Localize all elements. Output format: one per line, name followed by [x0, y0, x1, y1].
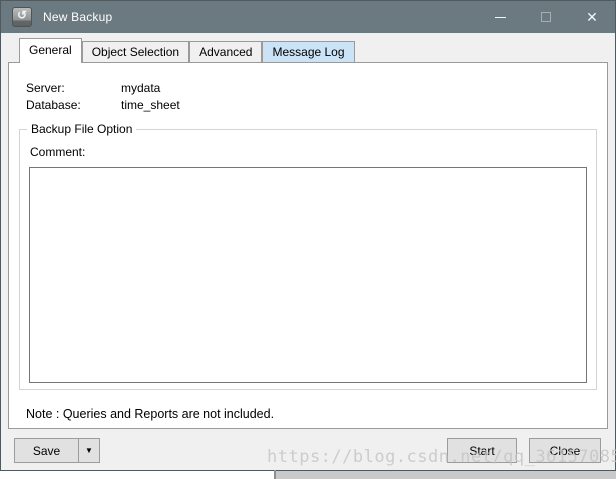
- new-backup-window: ↺ New Backup ✕ General Object Selection: [0, 0, 616, 471]
- save-split-button[interactable]: Save ▼: [14, 438, 100, 463]
- backup-icon: ↺: [12, 7, 32, 27]
- connection-info: Server: mydata Database: time_sheet: [26, 80, 180, 114]
- start-button[interactable]: Start: [447, 438, 517, 463]
- window-controls: ✕: [477, 1, 615, 33]
- minimize-icon: [495, 17, 506, 18]
- tab-object-selection[interactable]: Object Selection: [82, 41, 189, 62]
- close-icon: ✕: [586, 10, 598, 24]
- screenshot-stage: ↺ New Backup ✕ General Object Selection: [0, 0, 616, 479]
- tab-advanced[interactable]: Advanced: [189, 41, 262, 62]
- server-row: Server: mydata: [26, 80, 180, 97]
- tab-strip: General Object Selection Advanced Messag…: [19, 38, 355, 63]
- window-title: New Backup: [43, 10, 112, 24]
- save-button[interactable]: Save: [15, 444, 78, 458]
- maximize-icon: [541, 12, 551, 22]
- note-text: Note : Queries and Reports are not inclu…: [26, 407, 274, 421]
- titlebar[interactable]: ↺ New Backup ✕: [1, 1, 615, 33]
- server-label: Server:: [26, 80, 121, 97]
- comment-textarea[interactable]: [29, 167, 587, 383]
- database-row: Database: time_sheet: [26, 97, 180, 114]
- database-value: time_sheet: [121, 97, 180, 114]
- backup-file-option-group: Backup File Option Comment:: [19, 122, 597, 390]
- chevron-down-icon[interactable]: ▼: [79, 439, 99, 462]
- close-dialog-button[interactable]: Close: [529, 438, 601, 463]
- close-button[interactable]: ✕: [569, 1, 615, 33]
- minimize-button[interactable]: [477, 1, 523, 33]
- tabpage-general: Server: mydata Database: time_sheet Back…: [8, 62, 608, 429]
- backup-file-option-legend: Backup File Option: [27, 122, 136, 136]
- button-bar: Save ▼ Start Close: [1, 430, 615, 470]
- maximize-button[interactable]: [523, 1, 569, 33]
- database-label: Database:: [26, 97, 121, 114]
- background-gray-area: [276, 471, 616, 479]
- server-value: mydata: [121, 80, 160, 97]
- comment-label: Comment:: [30, 145, 85, 159]
- tab-general[interactable]: General: [19, 38, 82, 63]
- dialog-body: General Object Selection Advanced Messag…: [1, 33, 615, 470]
- tab-message-log[interactable]: Message Log: [262, 41, 354, 62]
